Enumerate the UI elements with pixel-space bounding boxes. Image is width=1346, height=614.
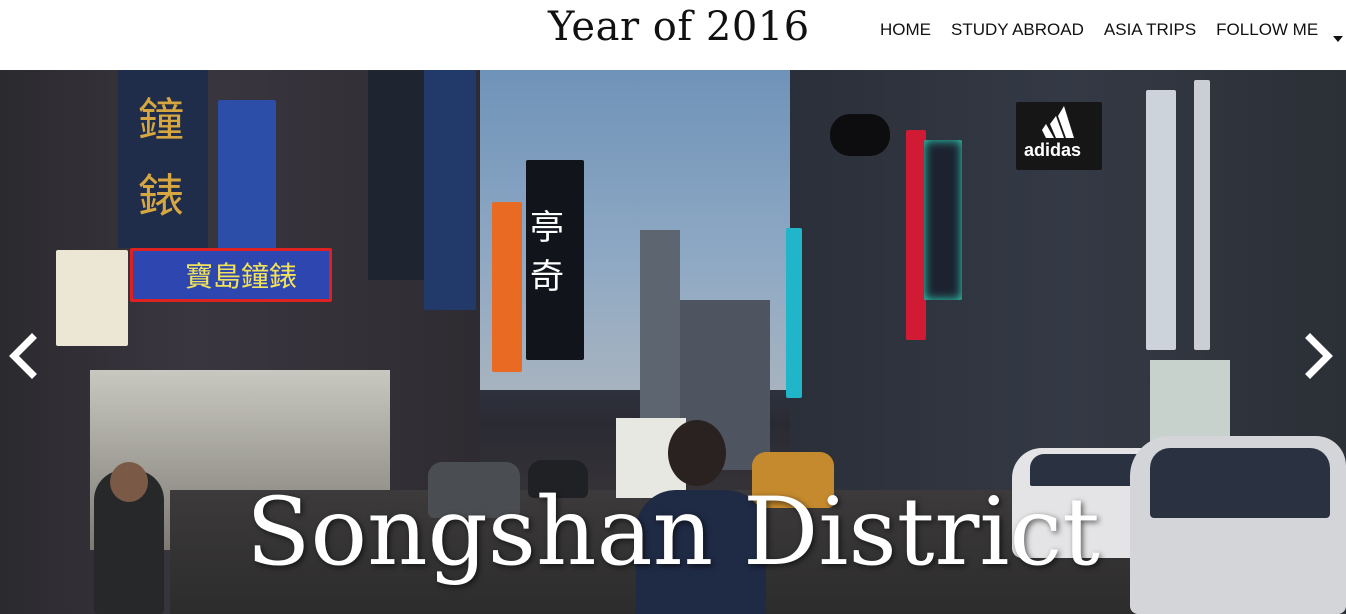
traveler-head — [668, 420, 726, 486]
sign-text: adidas — [1024, 140, 1082, 160]
shop-sign — [56, 250, 128, 346]
main-nav: HOME STUDY ABROAD ASIA TRIPS FOLLOW ME — [870, 20, 1328, 40]
shop-sign: 亭奇 — [526, 160, 584, 360]
site-header: Year of 2016 HOME STUDY ABROAD ASIA TRIP… — [0, 0, 1346, 70]
chevron-right-icon — [1305, 333, 1333, 379]
shop-sign — [906, 130, 926, 340]
shop-sign — [492, 202, 522, 372]
shop-sign — [786, 228, 802, 398]
sign-text: 鐘 — [138, 93, 184, 147]
shop-sign — [368, 70, 424, 280]
nav-follow-me[interactable]: FOLLOW ME — [1206, 20, 1328, 40]
sign-text: 錶 — [138, 169, 184, 223]
shop-sign: 寶島鐘錶 — [130, 248, 332, 302]
light-panel — [1146, 90, 1176, 350]
adidas-sign: adidas — [1016, 102, 1102, 170]
hero-slider: 鐘 錶 寶島鐘錶 亭奇 adidas Songshan District — [0, 70, 1346, 614]
shop-sign — [424, 70, 476, 310]
shop-sign: 鐘 錶 — [118, 70, 208, 248]
caret-down-icon[interactable] — [1333, 36, 1343, 42]
shop-sign — [830, 114, 890, 156]
slider-next-button[interactable] — [1302, 332, 1336, 380]
nav-study-abroad[interactable]: STUDY ABROAD — [941, 20, 1094, 40]
adidas-logo — [1042, 106, 1074, 138]
site-title[interactable]: Year of 2016 — [548, 4, 810, 50]
shop-sign — [218, 100, 276, 250]
shop-sign — [924, 140, 962, 300]
nav-asia-trips[interactable]: ASIA TRIPS — [1094, 20, 1206, 40]
light-panel — [1194, 80, 1210, 350]
sign-text: 寶島鐘錶 — [185, 260, 298, 293]
sign-text: 亭奇 — [530, 208, 564, 297]
nav-home[interactable]: HOME — [870, 20, 941, 40]
slider-prev-button[interactable] — [6, 332, 40, 380]
chevron-left-icon — [9, 333, 37, 379]
hero-caption: Songshan District — [246, 478, 1100, 587]
